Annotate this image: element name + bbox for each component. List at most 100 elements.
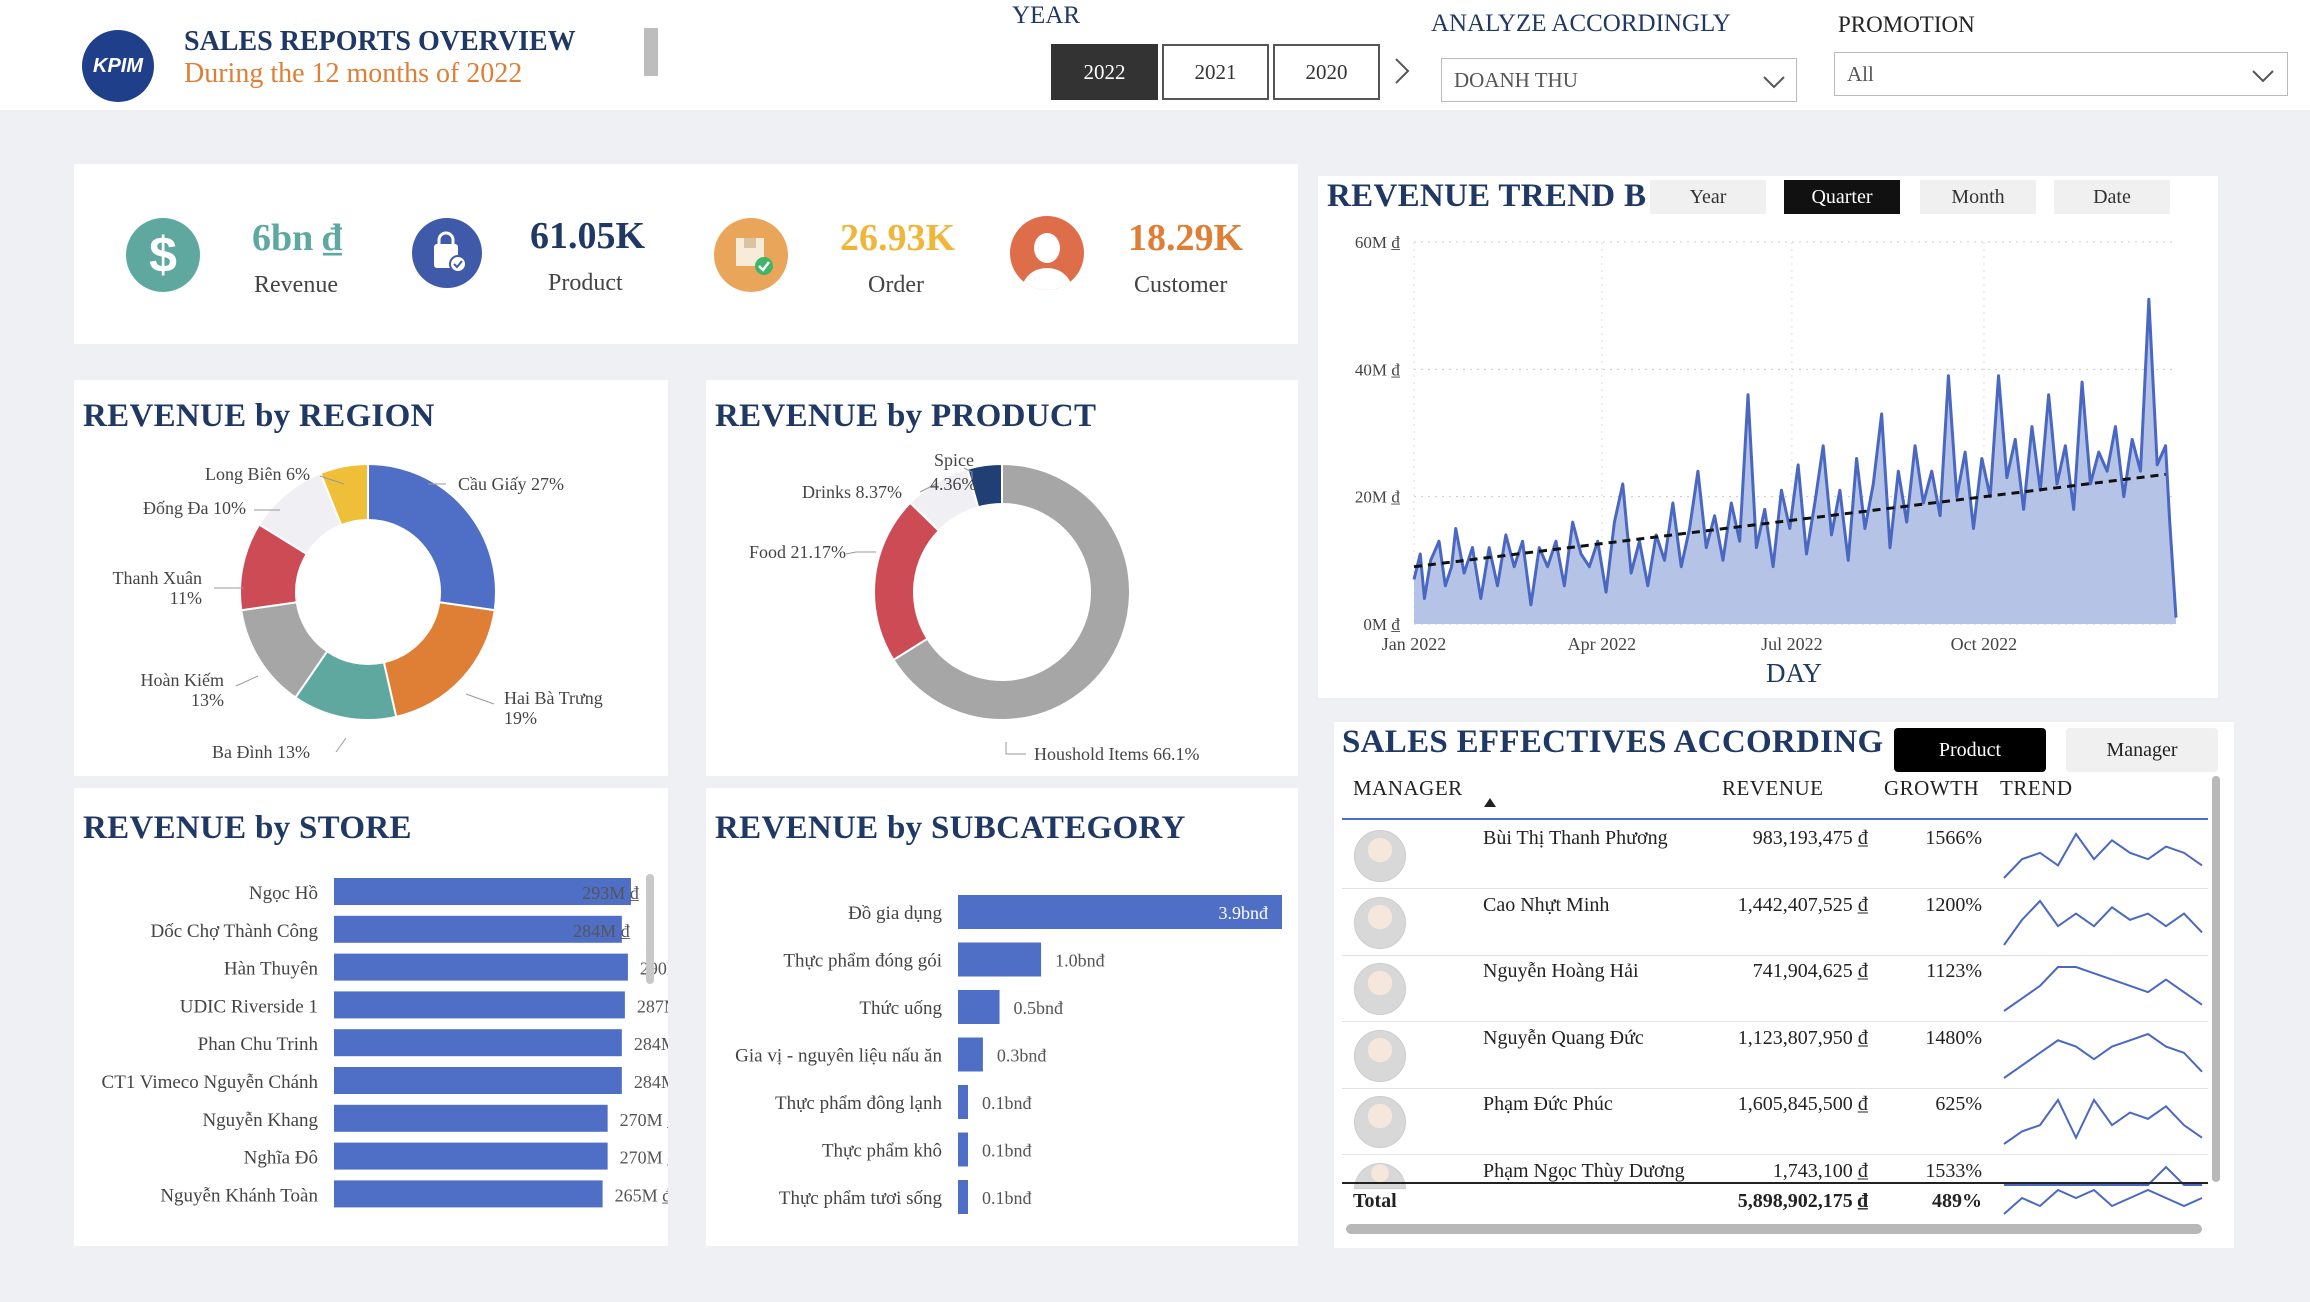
growth-value: 1566%	[1925, 827, 1982, 849]
growth-value: 1123%	[1926, 960, 1982, 982]
trend-sparkline	[2004, 1165, 2202, 1186]
revenue-value: 741,904,625 ₫	[1752, 960, 1868, 982]
subcategory-title: REVENUE by SUBCATEGORY	[715, 810, 1186, 846]
revenue-value: 1,442,407,525 ₫	[1737, 893, 1868, 916]
revenue-value: 1,743,100 ₫	[1772, 1159, 1868, 1182]
region-leader-line	[235, 675, 259, 687]
store-value-label: 284M ₫	[634, 1034, 668, 1054]
effectives-horizontal-scrollbar[interactable]	[1346, 1224, 2202, 1234]
store-category-label: CT1 Vimeco Nguyễn Chánh	[102, 1072, 319, 1093]
kpi-revenue-label: Revenue	[254, 272, 338, 298]
effectives-vertical-scrollbar[interactable]	[2212, 776, 2220, 1182]
region-slice-label: Hoàn Kiếm	[141, 670, 224, 690]
subcategory-label: Gia vị - nguyên liệu nấu ăn	[735, 1046, 942, 1067]
store-value-label: 270M ₫	[620, 1148, 668, 1168]
row-divider	[1342, 888, 2208, 889]
year-button-2021[interactable]: 2021	[1162, 44, 1269, 100]
trend-button-quarter[interactable]: Quarter	[1784, 180, 1900, 214]
region-slice-label: 13%	[191, 690, 224, 710]
avatar	[1354, 1029, 1406, 1082]
subcategory-value-label: 3.9bnđ	[1219, 903, 1269, 923]
subcategory-value-label: 0.1bnđ	[982, 1141, 1032, 1161]
product-title: REVENUE by PRODUCT	[715, 398, 1097, 434]
total-growth: 489%	[1932, 1190, 1982, 1212]
total-label: Total	[1353, 1190, 1397, 1212]
year-button-2022[interactable]: 2022	[1051, 44, 1158, 100]
page-subtitle: During the 12 months of 2022	[184, 58, 523, 89]
growth-value: 1533%	[1925, 1159, 1982, 1182]
store-bar	[334, 1142, 608, 1170]
promotion-dropdown[interactable]: All	[1834, 52, 2288, 96]
trend-y-tick-label: 40M ₫	[1355, 360, 1400, 379]
region-slice-1	[382, 601, 496, 719]
product-slice-1	[873, 501, 941, 662]
region-title: REVENUE by REGION	[83, 398, 435, 434]
row-divider	[1342, 1154, 2208, 1155]
growth-value: 1480%	[1925, 1026, 1982, 1049]
analyze-value: DOANH THU	[1454, 67, 1578, 92]
year-button-2020[interactable]: 2020	[1273, 44, 1380, 100]
subcategory-bar	[958, 1037, 983, 1072]
shopping-bag-icon	[412, 218, 482, 288]
revenue-value: 1,123,807,950 ₫	[1737, 1026, 1868, 1049]
region-leader-line	[335, 737, 347, 753]
subcategory-value-label: 1.0bnđ	[1055, 951, 1105, 971]
store-value-label: 284M ₫	[573, 921, 631, 941]
trend-sparkline	[2003, 898, 2203, 946]
sparkline-path	[2003, 1032, 2203, 1079]
trend-button-month[interactable]: Month	[1920, 180, 2036, 214]
column-header-manager[interactable]: MANAGER	[1353, 776, 1463, 801]
store-bar	[334, 991, 625, 1019]
sort-ascending-icon[interactable]	[1484, 798, 1496, 807]
store-bar	[334, 1180, 603, 1208]
trend-sparkline	[2003, 1032, 2203, 1079]
effectives-button-manager[interactable]: Manager	[2066, 728, 2218, 772]
region-donut-chart: Cầu Giấy 27% Hai Bà Trưng19% Ba Đình 13% Ho…	[113, 462, 603, 762]
subcategory-value-label: 0.1bnđ	[982, 1188, 1032, 1208]
year-label: YEAR	[1012, 2, 1081, 29]
column-header-trend[interactable]: TREND	[2000, 776, 2073, 801]
subcategory-label: Thực phẩm khô	[822, 1141, 942, 1162]
kpi-revenue-value: 6bn ₫	[252, 217, 343, 259]
avatar	[1354, 830, 1406, 882]
region-slice-label: Thanh Xuân	[113, 568, 202, 588]
promotion-label: PROMOTION	[1838, 12, 1975, 37]
region-slice-label: Hai Bà Trưng	[504, 688, 603, 708]
store-category-label: Ngọc Hồ	[249, 883, 318, 904]
trend-x-tick-label: Apr 2022	[1568, 634, 1637, 654]
trend-title: REVENUE TREND B	[1327, 178, 1647, 214]
total-sparkline-path	[2003, 1188, 2203, 1215]
total-top-border	[1342, 1182, 2208, 1184]
store-scrollbar[interactable]	[646, 874, 654, 984]
avatar	[1354, 1096, 1406, 1148]
product-donut-chart: Houshold Items 66.1% Food 21.17% Drinks 8.…	[749, 450, 1200, 764]
region-leader-line	[465, 693, 495, 705]
effectives-button-product[interactable]: Product	[1894, 728, 2046, 772]
chevron-right-icon[interactable]	[1392, 56, 1412, 91]
manager-name: Cao Nhựt Minh	[1483, 893, 1610, 916]
dollar-icon: $	[126, 218, 200, 292]
trend-button-year[interactable]: Year	[1650, 180, 1766, 214]
analyze-dropdown[interactable]: DOANH THU	[1441, 58, 1797, 102]
column-header-revenue[interactable]: REVENUE	[1722, 776, 1824, 801]
subcategory-label: Thức uống	[859, 998, 942, 1019]
subcategory-value-label: 0.5bnđ	[1014, 998, 1064, 1018]
growth-value: 1200%	[1925, 893, 1982, 916]
store-category-label: Hàn Thuyên	[224, 959, 319, 980]
box-check-icon	[714, 218, 788, 292]
column-header-growth[interactable]: GROWTH	[1884, 776, 1979, 801]
subcategory-bar	[958, 1085, 968, 1119]
region-slice-label: Cầu Giấy 27%	[458, 474, 564, 494]
store-value-label: 265M ₫	[615, 1185, 668, 1205]
revenue-value: 1,605,845,500 ₫	[1737, 1093, 1868, 1115]
subcategory-bar	[958, 1180, 968, 1214]
trend-button-date[interactable]: Date	[2054, 180, 2170, 214]
product-leader-line	[1005, 742, 1026, 755]
subcategory-label: Thực phẩm tươi sống	[779, 1188, 943, 1209]
store-category-label: Phan Chu Trinh	[198, 1034, 319, 1055]
trend-y-tick-label: 60M ₫	[1355, 233, 1400, 252]
user-icon	[1010, 216, 1084, 290]
kpi-customer-value: 18.29K	[1128, 217, 1244, 259]
header-underline	[1342, 818, 2208, 820]
subcategory-bar	[958, 1132, 968, 1167]
